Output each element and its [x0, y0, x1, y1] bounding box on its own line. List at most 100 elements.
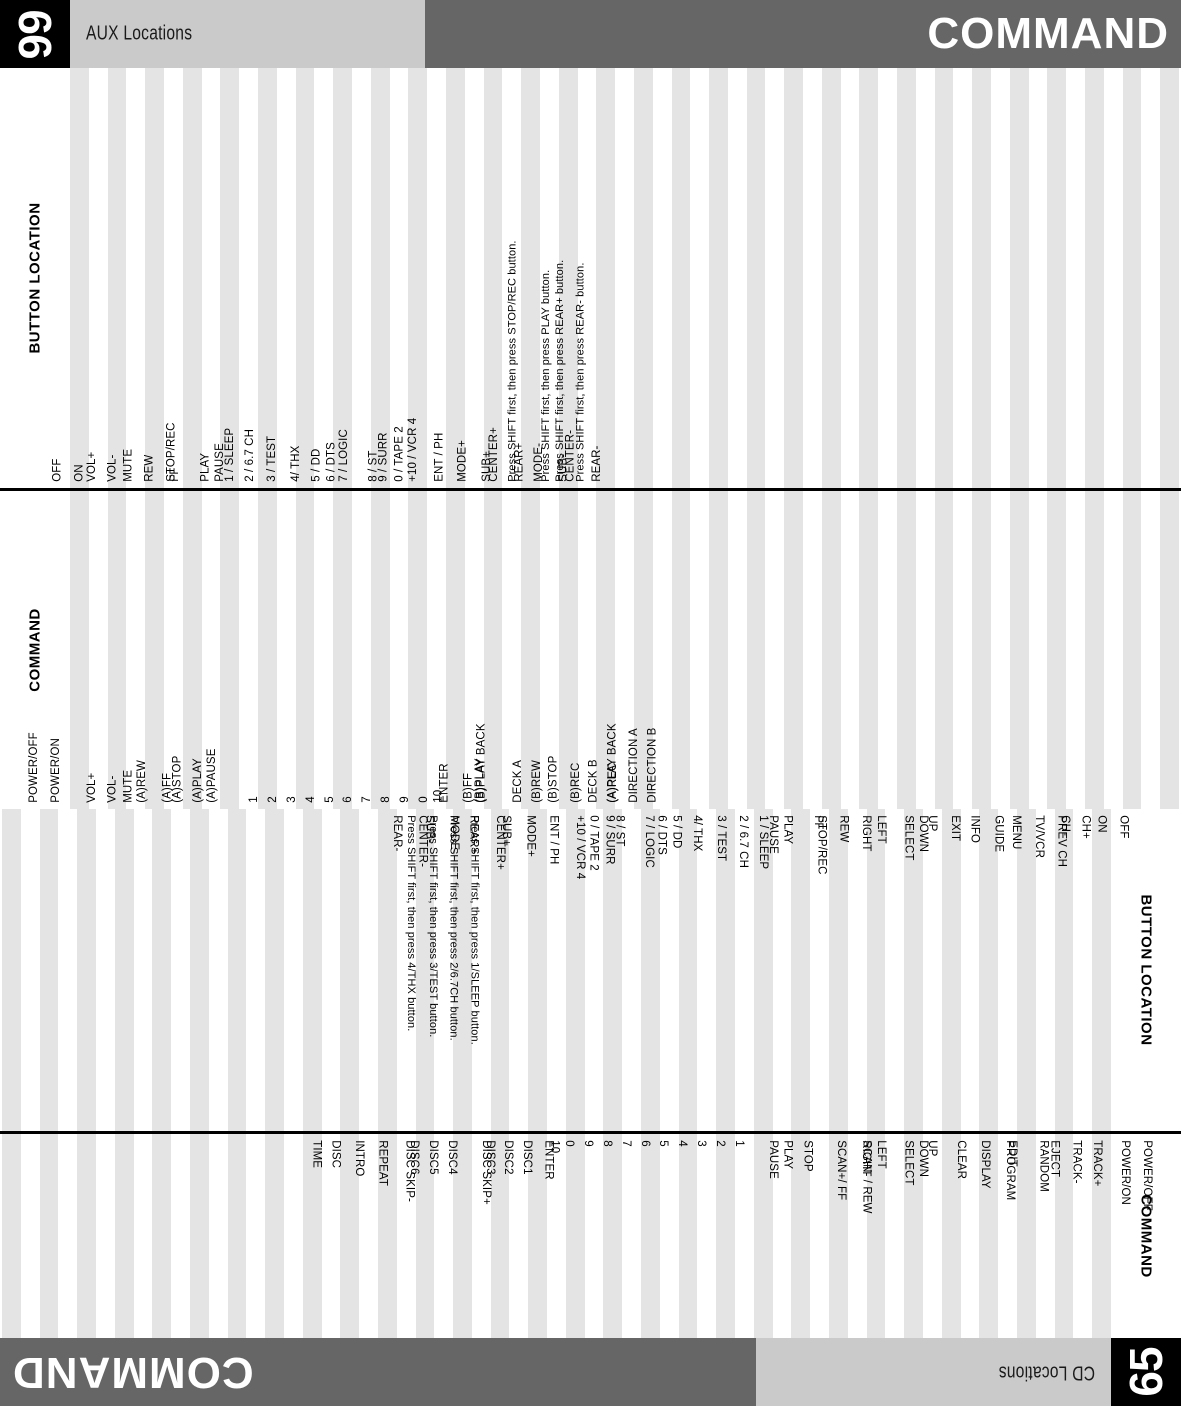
table-row — [1104, 68, 1123, 488]
table-row: VOL+ — [86, 68, 127, 488]
table-row — [1009, 491, 1029, 809]
table-row: ON — [74, 68, 108, 488]
table-cell-label: MODE+ — [524, 815, 537, 857]
table-row — [1085, 491, 1104, 809]
table-row — [1029, 491, 1048, 809]
table-cell-label: 7 — [361, 796, 374, 804]
table-row: 5 / DD — [310, 68, 352, 488]
table-row — [934, 491, 954, 809]
table-row: FF — [169, 68, 202, 488]
table-row — [728, 68, 747, 488]
table-row — [1, 1134, 21, 1338]
table-cell-label: STOP/REC — [165, 422, 178, 482]
table-row: 3 / TEST — [266, 68, 315, 488]
page-number-65: 65 — [1120, 1347, 1172, 1397]
page-header-left: 65 CD Locations COMMAND — [0, 1338, 1181, 1406]
table-row — [1085, 68, 1104, 488]
section-middle: COMMAND POWER/OFF POWER/ON VOL+ VOL- MUTE (A)… — [0, 491, 1181, 1134]
table-row: 1 — [716, 1134, 745, 1338]
table-cell-label: GUIDE — [992, 815, 1005, 852]
table-cell-label: (A)REW — [136, 760, 149, 803]
table-row — [841, 491, 860, 809]
table-cell-label: PAUSE — [767, 1140, 780, 1179]
table-row — [21, 1134, 40, 1338]
table-row — [209, 809, 228, 1131]
table-cell-label: CLEAR — [955, 1140, 968, 1179]
table-cell-label: (B)STOP — [547, 755, 560, 803]
table-row — [878, 68, 897, 488]
page-number-block-66: 66 — [0, 0, 70, 68]
table-row: STOP/REC — [773, 809, 828, 1131]
section-aux-command: COMMAND POWER/OFF POWER/ON VOL+ VOL- MUTE (A)… — [0, 491, 1181, 809]
table-row: 8 — [585, 1134, 613, 1338]
table-row: MUTE — [122, 68, 164, 488]
table-row — [821, 68, 841, 488]
chapter-title-aux: AUX Locations — [86, 22, 193, 45]
table-row: 2 — [697, 1134, 726, 1338]
table-cell-label: 7 — [619, 1140, 632, 1147]
page-number-block-65: 65 — [1111, 1338, 1181, 1406]
table-row — [1066, 68, 1085, 488]
table-row — [746, 491, 766, 809]
header-band-title-right: COMMAND — [927, 9, 1169, 58]
table-row — [709, 68, 728, 488]
table-row — [897, 491, 916, 809]
table-row: 0 — [417, 491, 446, 809]
table-row — [1104, 491, 1123, 809]
table-row: 10 — [433, 491, 465, 809]
table-cell-label: 2 / 6.7 CH — [243, 429, 256, 482]
table-row: 7 / LOGIC — [338, 68, 390, 488]
table-cell-label: 8 — [379, 796, 392, 804]
table-cell-label: 7 / LOGIC — [643, 815, 656, 868]
column-title-label: BUTTON LOCATION — [1137, 894, 1155, 1046]
table-row: 2 / 6.7 CH — [244, 68, 296, 488]
table-row: MENU — [979, 809, 1022, 1131]
table-cell-label: (A)STOP — [171, 755, 184, 803]
table-row: 3 — [678, 1134, 707, 1338]
table-cell-label: 5 — [657, 1140, 670, 1147]
table-row — [821, 491, 841, 809]
table-row: 8 — [380, 491, 409, 809]
chapter-tab-aux: AUX Locations — [70, 0, 428, 68]
table-cell-label: (B)REC — [569, 762, 582, 803]
table-cell-label: ENT / PH — [433, 432, 446, 482]
table-row: 7 — [361, 491, 390, 809]
table-row — [1, 809, 21, 1131]
table-row — [765, 68, 784, 488]
table-cell-label: 1 — [248, 796, 261, 804]
page-header-right: 66 AUX Locations COMMAND — [0, 0, 1181, 68]
table-cell-label: 2 — [267, 796, 280, 804]
section-cd-button-location: BUTTON LOCATION OFF ON CH+ CH- PREV CH TV/VCR… — [0, 809, 1181, 1131]
table-row — [114, 809, 134, 1131]
table-cell-label: 4 — [676, 1140, 689, 1147]
section-cd-command: COMMAND POWER/OFF POWER/ON TRACK+ TRACK- EJE… — [0, 1134, 1181, 1338]
table-cell-label: POWER/ON — [50, 738, 63, 803]
table-row: DIRECTION A — [628, 491, 691, 809]
table-row: PLAY — [199, 68, 240, 488]
table-cell-label: DISC SKIP- — [403, 1140, 416, 1202]
table-row: POWER/ON — [50, 491, 108, 809]
table-cell-label: STOP — [801, 1140, 814, 1172]
column-title-label: COMMAND — [26, 608, 44, 692]
table-row — [171, 809, 190, 1131]
table-cell-label: DECK B — [586, 759, 599, 803]
table-row: Press SHIFT first, then press PLAY butto… — [540, 68, 672, 488]
table-cell-label: +10 / VCR 4 — [407, 417, 420, 482]
header-band-left: COMMAND — [0, 1338, 756, 1406]
table-cell-label: MENU — [1009, 815, 1022, 850]
table-row: INFO — [941, 809, 981, 1131]
table-row — [152, 809, 172, 1131]
table-cell-label: 2 — [713, 1140, 726, 1147]
table-cell-label: 7 / LOGIC — [338, 429, 351, 482]
table-row — [916, 68, 935, 488]
table-cell-label: MUTE — [122, 449, 135, 482]
table-row — [1122, 491, 1142, 809]
table-row: 3 / TEST — [678, 809, 727, 1131]
table-row — [265, 809, 284, 1131]
table-row: 9 — [565, 1134, 594, 1338]
table-cell-label: DISC1 — [521, 1140, 534, 1175]
table-row: 6 — [342, 491, 371, 809]
table-row — [39, 1134, 59, 1338]
table-row: REAR- — [359, 809, 402, 1131]
table-cell-label: TV/VCR — [1032, 815, 1045, 858]
